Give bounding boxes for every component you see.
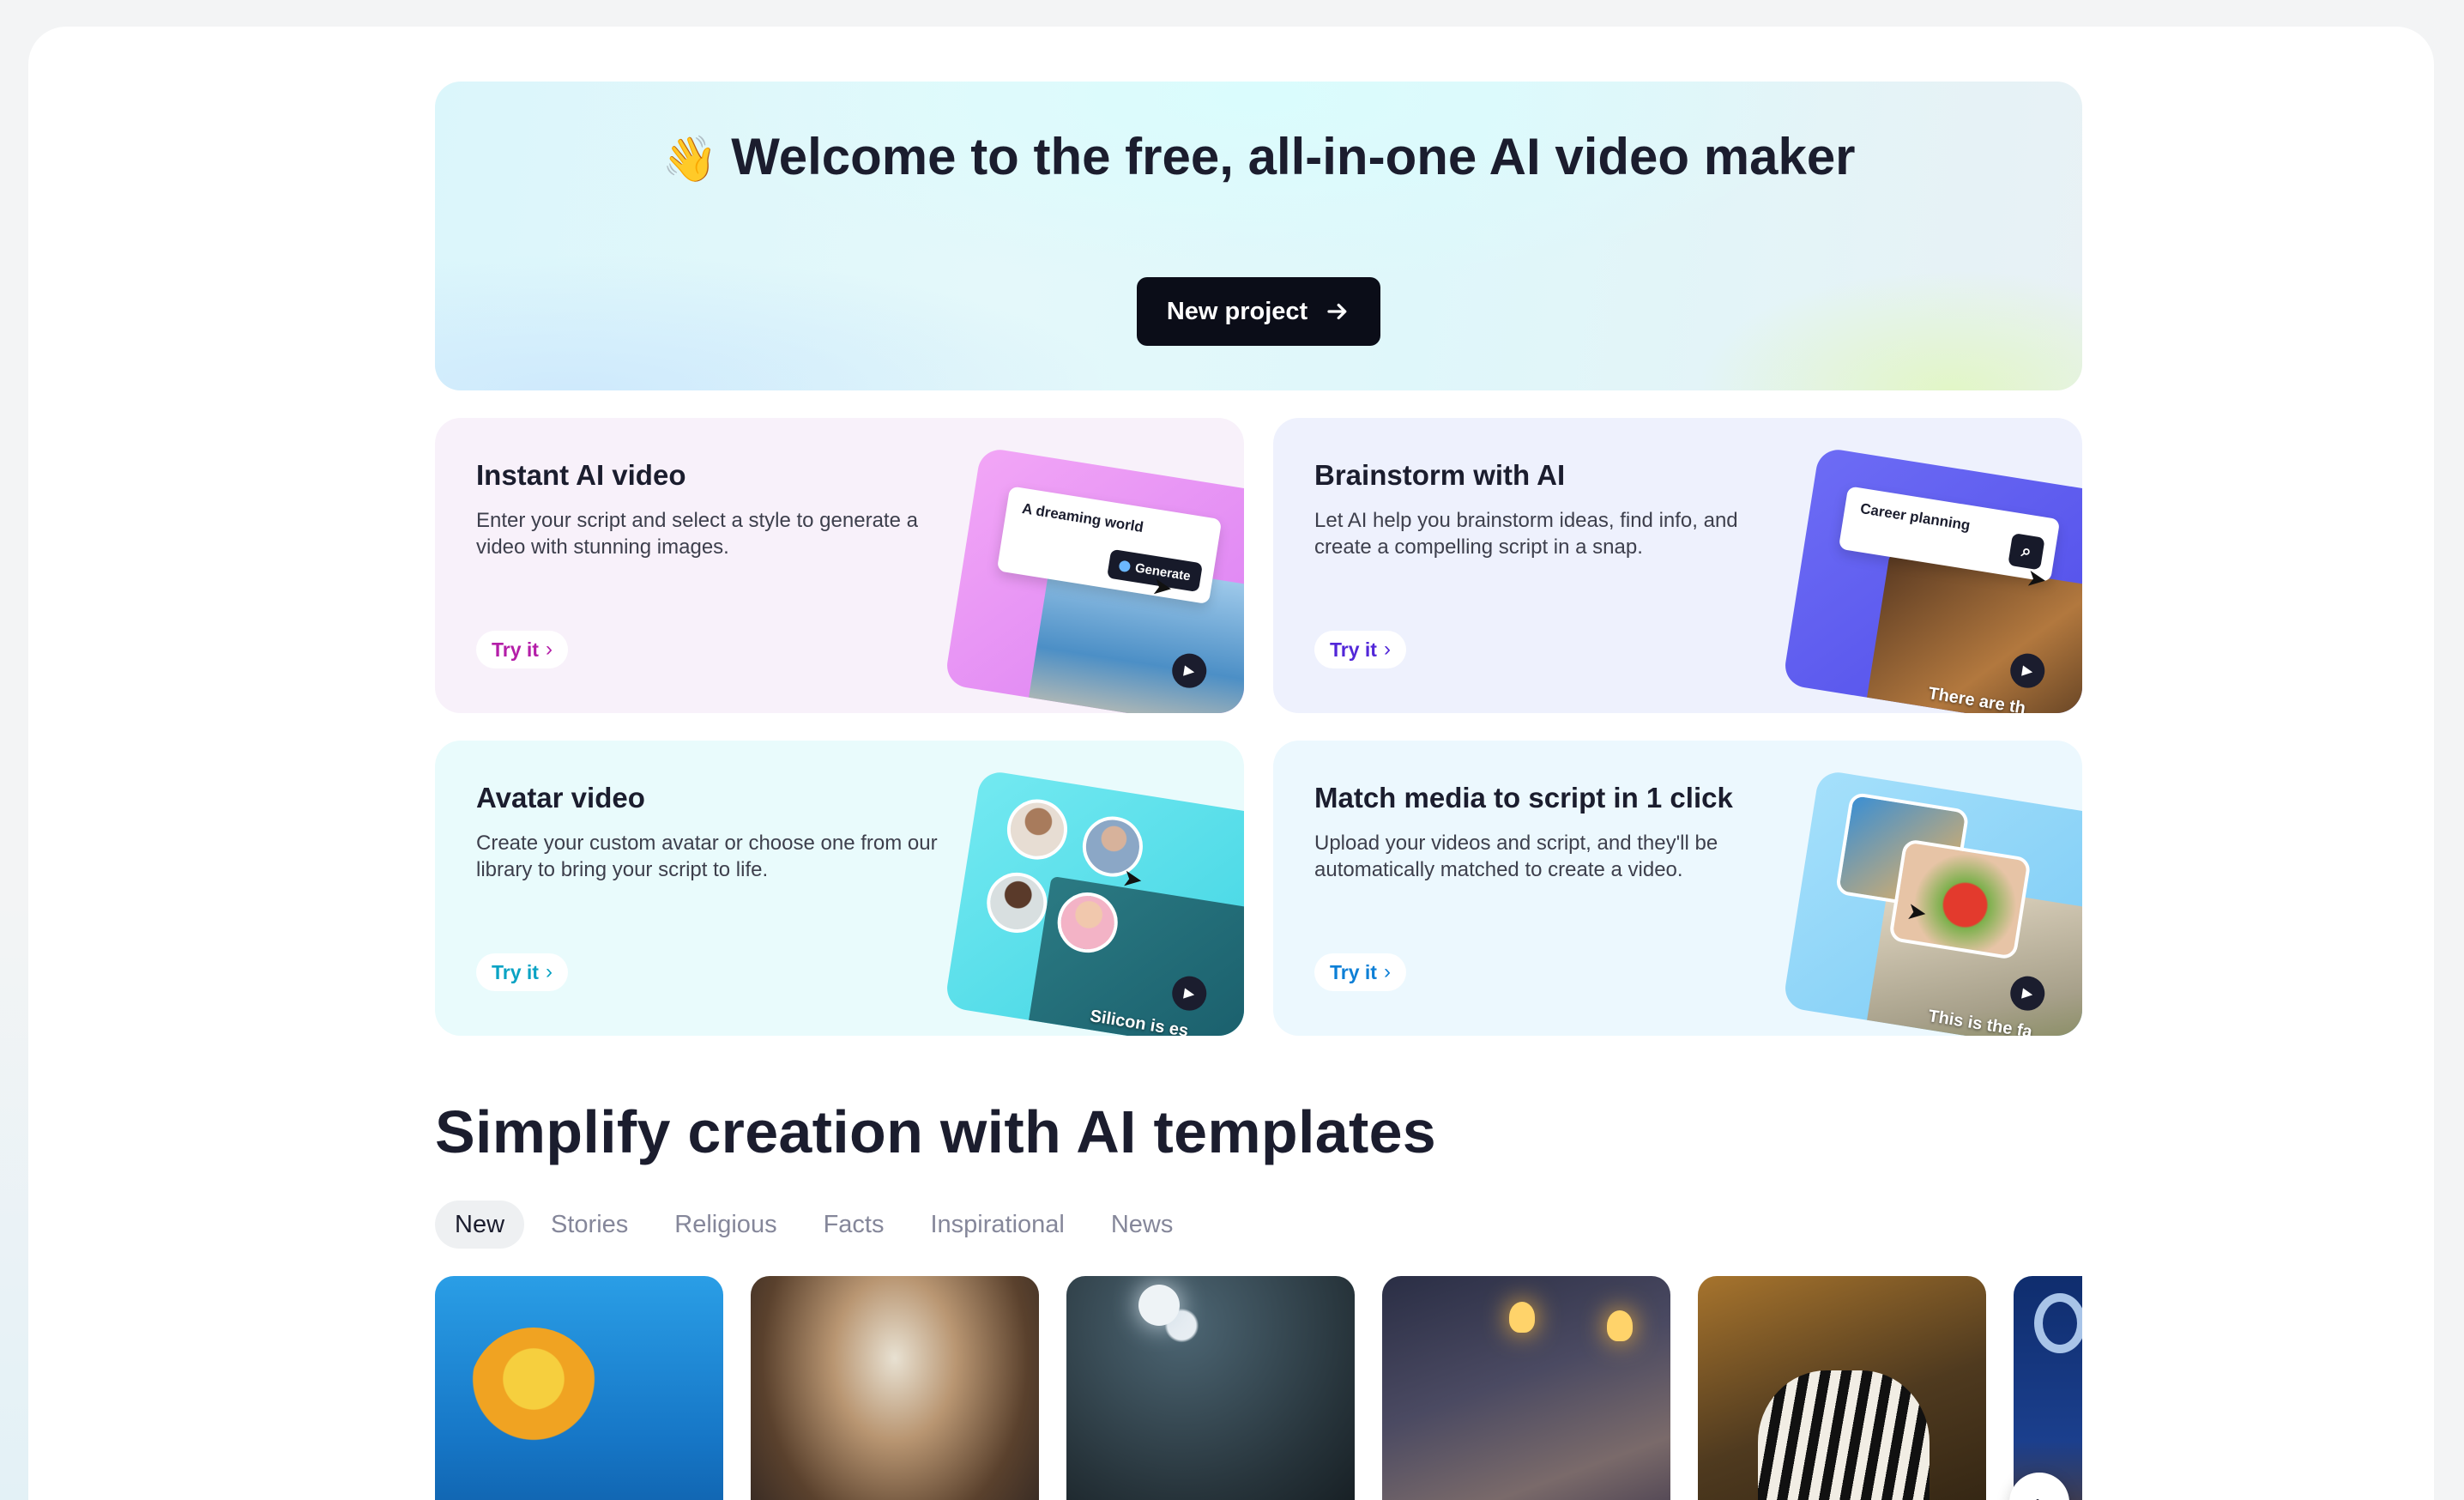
try-it-label: Try it bbox=[1330, 960, 1377, 983]
template-card-moonlit-town[interactable] bbox=[1066, 1276, 1355, 1500]
card-title: Instant AI video bbox=[476, 459, 686, 491]
template-card-tavern[interactable] bbox=[1382, 1276, 1670, 1500]
card-brainstorm-with-ai[interactable]: Brainstorm with AI Let AI help you brain… bbox=[1273, 418, 2082, 713]
match-media-preview: ➤ ▶ This is the fa bbox=[1782, 769, 2082, 1036]
arrow-right-icon bbox=[1327, 303, 1347, 320]
tab-facts[interactable]: Facts bbox=[804, 1201, 904, 1249]
avatar-option bbox=[982, 868, 1052, 937]
tab-stories[interactable]: Stories bbox=[531, 1201, 648, 1249]
chevron-right-icon: › bbox=[1383, 960, 1391, 983]
try-it-button[interactable]: Try it › bbox=[1314, 631, 1406, 668]
moon-image bbox=[1138, 1285, 1180, 1326]
card-match-media[interactable]: Match media to script in 1 click Upload … bbox=[1273, 741, 2082, 1036]
content-column: 👋 Welcome to the free, all-in-one AI vide… bbox=[435, 82, 2082, 1500]
diver-illustration bbox=[469, 1328, 598, 1456]
generate-dot-icon bbox=[1118, 559, 1132, 572]
hero-title-text: Welcome to the free, all-in-one AI video… bbox=[731, 128, 1856, 185]
template-carousel bbox=[435, 1276, 2082, 1500]
brainstorm-preview: Career planning ⌕ ➤ ▶ There are th bbox=[1782, 446, 2082, 713]
chevron-right-icon: › bbox=[1383, 638, 1391, 661]
try-it-label: Try it bbox=[492, 638, 539, 661]
card-title: Match media to script in 1 click bbox=[1314, 782, 1733, 814]
chevron-right-icon: › bbox=[545, 638, 553, 661]
template-tabs: New Stories Religious Facts Inspirationa… bbox=[435, 1201, 1193, 1249]
avatar-option bbox=[1002, 795, 1072, 864]
try-it-label: Try it bbox=[492, 960, 539, 983]
try-it-button[interactable]: Try it › bbox=[476, 631, 568, 668]
zebra-image bbox=[1758, 1370, 1930, 1500]
card-description: Create your custom avatar or choose one … bbox=[476, 832, 938, 881]
template-card-partial[interactable] bbox=[2014, 1276, 2082, 1500]
lamp-image bbox=[1607, 1310, 1633, 1341]
partial-template-image bbox=[2034, 1293, 2082, 1353]
hero-glow bbox=[435, 253, 1121, 390]
tab-inspirational[interactable]: Inspirational bbox=[910, 1201, 1084, 1249]
prompt-text: Career planning bbox=[1858, 499, 1972, 534]
lamp-image bbox=[1509, 1302, 1535, 1333]
prompt-text: A dreaming world bbox=[1020, 499, 1145, 536]
hero-title: 👋 Welcome to the free, all-in-one AI vide… bbox=[435, 126, 2082, 191]
card-avatar-video[interactable]: Avatar video Create your custom avatar o… bbox=[435, 741, 1244, 1036]
try-it-label: Try it bbox=[1330, 638, 1377, 661]
try-it-button[interactable]: Try it › bbox=[1314, 953, 1406, 991]
templates-heading: Simplify creation with AI templates bbox=[435, 1098, 1437, 1165]
chevron-right-icon: › bbox=[545, 960, 553, 983]
tab-religious[interactable]: Religious bbox=[655, 1201, 796, 1249]
card-description: Enter your script and select a style to … bbox=[476, 509, 918, 559]
prompt-box: A dreaming world Generate bbox=[996, 486, 1223, 605]
waving-hand-icon: 👋 bbox=[661, 134, 718, 185]
feature-cards: Instant AI video Enter your script and s… bbox=[435, 418, 2082, 1036]
chevron-right-icon: › bbox=[2035, 1489, 2043, 1500]
tab-news[interactable]: News bbox=[1091, 1201, 1193, 1249]
presenter-scene-image bbox=[1024, 875, 1244, 1036]
template-card-turban-man[interactable] bbox=[751, 1276, 1039, 1500]
card-title: Avatar video bbox=[476, 782, 645, 814]
try-it-button[interactable]: Try it › bbox=[476, 953, 568, 991]
welcome-hero: 👋 Welcome to the free, all-in-one AI vide… bbox=[435, 82, 2082, 390]
new-project-button[interactable]: New project bbox=[1137, 277, 1380, 346]
card-description: Upload your videos and script, and they'… bbox=[1314, 832, 1718, 881]
card-title: Brainstorm with AI bbox=[1314, 459, 1566, 491]
new-project-label: New project bbox=[1166, 297, 1308, 325]
card-description: Let AI help you brainstorm ideas, find i… bbox=[1314, 509, 1738, 559]
tab-new[interactable]: New bbox=[435, 1201, 525, 1249]
card-instant-ai-video[interactable]: Instant AI video Enter your script and s… bbox=[435, 418, 1244, 713]
avatar-preview: ➤ ▶ Silicon is es bbox=[944, 769, 1244, 1036]
main-panel: 👋 Welcome to the free, all-in-one AI vide… bbox=[28, 27, 2434, 1500]
template-card-underwater[interactable] bbox=[435, 1276, 723, 1500]
template-card-zebras[interactable] bbox=[1698, 1276, 1986, 1500]
instant-video-preview: A dreaming world Generate ➤ ▶ bbox=[944, 446, 1244, 713]
